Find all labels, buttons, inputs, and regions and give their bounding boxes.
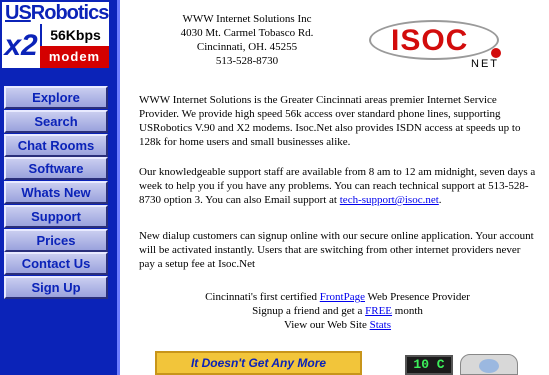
- street-address: 4030 Mt. Carmel Tobasco Rd.: [180, 27, 314, 39]
- support-text-end: .: [438, 194, 442, 206]
- logo-isoc-text: ISOC: [391, 24, 469, 57]
- signup-paragraph: New dialup customers can signup online w…: [139, 230, 534, 270]
- isoc-net-logo: ISOC NET: [369, 20, 519, 70]
- promo-block: Cincinnati's first certified FrontPage W…: [139, 290, 536, 332]
- frontpage-badge-icon[interactable]: [460, 354, 518, 375]
- nav-explore-button[interactable]: Explore: [4, 86, 108, 109]
- free-month-link[interactable]: FREE: [365, 305, 392, 317]
- intro-paragraph: WWW Internet Solutions is the Greater Ci…: [139, 94, 521, 148]
- stats-link[interactable]: Stats: [370, 319, 391, 331]
- stats-line: View our Web Site Stats: [283, 319, 392, 331]
- nav-software-button[interactable]: Software: [4, 157, 108, 180]
- phone-number: 513-528-8730: [215, 55, 279, 67]
- company-name: WWW Internet Solutions Inc: [182, 13, 312, 25]
- logo-net-text: NET: [471, 58, 499, 70]
- arrow-icon: [479, 359, 499, 373]
- sidebar-edge: [117, 0, 120, 375]
- nav-search-button[interactable]: Search: [4, 110, 108, 133]
- usrobotics-wordmark: USRobotics: [2, 2, 109, 24]
- usrobotics-logo[interactable]: USRobotics x2 56Kbps modem: [2, 2, 109, 68]
- x2-mark: x2: [2, 24, 40, 68]
- promo-banner[interactable]: It Doesn't Get Any More: [155, 351, 362, 375]
- sidebar: USRobotics x2 56Kbps modem Explore Searc…: [0, 0, 117, 375]
- hit-counter: 10 C: [405, 355, 453, 375]
- tech-support-email-link[interactable]: tech-support@isoc.net: [340, 194, 439, 206]
- support-paragraph: Our knowledgeable support staff are avai…: [139, 165, 536, 207]
- nav-whats-new-button[interactable]: Whats New: [4, 181, 108, 204]
- nav-contact-us-button[interactable]: Contact Us: [4, 252, 108, 275]
- frontpage-link[interactable]: FrontPage: [320, 291, 365, 303]
- company-address: WWW Internet Solutions Inc 4030 Mt. Carm…: [147, 12, 347, 68]
- logo-dot-icon: [491, 48, 501, 58]
- support-text: Our knowledgeable support staff are avai…: [139, 166, 536, 206]
- nav-sign-up-button[interactable]: Sign Up: [4, 276, 108, 299]
- speed-label: 56Kbps: [40, 24, 109, 46]
- nav-chat-rooms-button[interactable]: Chat Rooms: [4, 134, 108, 157]
- city-state-zip: Cincinnati, OH. 45255: [196, 41, 298, 53]
- referral-line: Signup a friend and get a FREE month: [252, 305, 423, 317]
- nav-support-button[interactable]: Support: [4, 205, 108, 228]
- modem-label: modem: [40, 46, 109, 68]
- frontpage-line: Cincinnati's first certified FrontPage W…: [205, 291, 470, 303]
- nav-prices-button[interactable]: Prices: [4, 229, 108, 252]
